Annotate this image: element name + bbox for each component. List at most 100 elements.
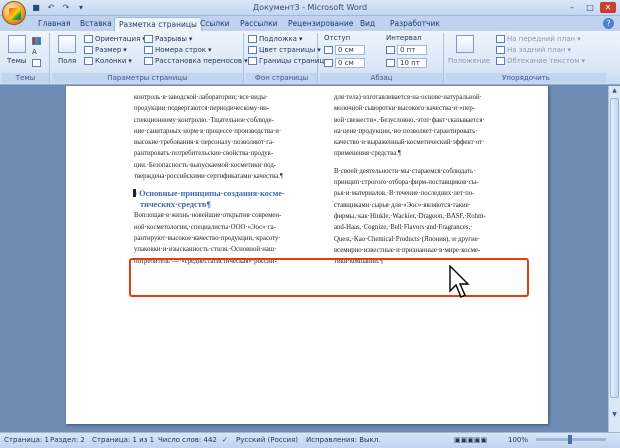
status-pages[interactable]: Страница: 1 из 1: [92, 436, 154, 444]
minimize-button[interactable]: –: [564, 2, 580, 13]
line-numbers-button[interactable]: Номера строк ▾: [144, 46, 212, 54]
position-icon[interactable]: [456, 35, 474, 53]
margins-button[interactable]: Поля: [58, 57, 76, 65]
send-to-back-button[interactable]: На задний план ▾: [496, 46, 571, 54]
tab-review[interactable]: Рецензирование: [284, 17, 357, 31]
margins-icon[interactable]: [58, 35, 76, 53]
left-line: спекционному·контролю.·Тщательное·соблюд…: [134, 116, 274, 124]
left-line: рантируют·высокое·качество·продукции,·кр…: [134, 234, 281, 242]
right-line: всемирно·известные·и·признанные·в·мире·к…: [334, 246, 481, 254]
status-page[interactable]: Страница: 1: [4, 436, 49, 444]
scroll-down-icon[interactable]: ▼: [609, 410, 620, 420]
page-borders-icon: [248, 57, 257, 65]
window-title: Документ3 - Microsoft Word: [252, 3, 368, 12]
close-button[interactable]: ✕: [600, 2, 616, 13]
page-color-icon: [248, 46, 257, 54]
status-section[interactable]: Раздел: 2: [50, 436, 85, 444]
breaks-button[interactable]: Разрывы ▾: [144, 35, 192, 43]
zoom-slider-knob[interactable]: [568, 435, 572, 444]
page-color-button[interactable]: Цвет страницы ▾: [248, 46, 321, 54]
text-wrap-button[interactable]: Обтекание текстом ▾: [496, 57, 585, 65]
theme-colors-icon[interactable]: [32, 37, 41, 45]
status-track-changes[interactable]: Исправления: Выкл.: [306, 436, 380, 444]
office-button[interactable]: [2, 1, 26, 25]
spacing-before-icon: [386, 46, 395, 54]
orientation-button[interactable]: Ориентация ▾: [84, 35, 146, 43]
columns-button[interactable]: Колонки ▾: [84, 57, 132, 65]
indent-left-field[interactable]: 0 см: [324, 45, 365, 55]
group-arrange: Положение На передний план ▾ На задний п…: [446, 33, 606, 83]
indent-right-icon: [324, 59, 333, 67]
hyphenation-button[interactable]: Расстановка переносов ▾: [144, 57, 248, 65]
orientation-icon: [84, 35, 93, 43]
right-line: принцип·строгого·отбора·фирм-поставщиков…: [334, 179, 479, 187]
status-words[interactable]: Число слов: 442: [158, 436, 217, 444]
maximize-button[interactable]: □: [582, 2, 598, 13]
left-line: высокие·требования·к·персоналу·позволяют…: [134, 139, 275, 147]
group-paragraph: Отступ 0 см 0 см Интервал 0 пт 10 пт Абз…: [320, 33, 444, 83]
tab-references[interactable]: Ссылки: [196, 17, 233, 31]
left-line: упаковки·и·изысканность·стиля.·Основной·…: [134, 246, 277, 254]
document-page[interactable]: контроль·в·заводской·лабора­тории;·все·в…: [66, 86, 548, 424]
vertical-scrollbar[interactable]: ▲ ▼: [608, 86, 620, 432]
tab-insert[interactable]: Вставка: [76, 17, 116, 31]
office-logo-icon: [9, 8, 21, 20]
section-heading-cont: тических·средств¶: [140, 200, 211, 210]
group-label-arrange: Упорядочить: [446, 73, 606, 83]
status-bar: Страница: 1 Раздел: 2 Страница: 1 из 1 Ч…: [0, 432, 620, 448]
scroll-up-icon[interactable]: ▲: [609, 86, 620, 96]
left-line: ции.·Безопасность·выпускаемой·косметики·…: [134, 161, 277, 169]
theme-effects-icon[interactable]: [32, 59, 41, 67]
indent-left-icon: [324, 46, 333, 54]
right-line: для·тела)·изготавливается·на·основе·нату…: [334, 94, 482, 101]
themes-button[interactable]: Темы: [7, 57, 26, 65]
spacing-after-icon: [386, 59, 395, 67]
tab-view[interactable]: Вид: [356, 17, 379, 31]
left-line: ной·косметологии,·специалисты·ООО·«Эос»·…: [134, 223, 276, 231]
bring-front-icon: [496, 35, 505, 43]
left-line: контроль·в·заводской·лабора­тории;·все·в…: [134, 94, 269, 101]
watermark-button[interactable]: Подложка ▾: [248, 35, 302, 43]
right-line: рья·и·материалов.·В·течение·последних·ле…: [334, 190, 475, 198]
tab-home[interactable]: Главная: [34, 17, 74, 31]
spacing-label: Интервал: [386, 34, 422, 42]
help-icon[interactable]: ?: [603, 18, 614, 29]
right-line: В·своей·деятельности·мы·стараемся·соблюд…: [334, 167, 476, 175]
size-icon: [84, 46, 93, 54]
left-line: ние·санитарных·норм·в·процессе·производс…: [134, 127, 282, 135]
themes-icon[interactable]: [8, 35, 26, 53]
left-line: продукции·подвергаются·периодическому·ин…: [134, 105, 270, 113]
breaks-icon: [144, 35, 153, 43]
bring-to-front-button[interactable]: На передний план ▾: [496, 35, 581, 43]
tab-page-layout[interactable]: Разметка страницы: [114, 17, 202, 31]
left-column[interactable]: контроль·в·заводской·лабора­тории;·все·в…: [134, 92, 300, 267]
tab-mailings[interactable]: Рассылки: [236, 17, 282, 31]
group-label-page-background: Фон страницы: [246, 73, 317, 83]
position-button[interactable]: Положение: [448, 57, 490, 65]
send-back-icon: [496, 46, 505, 54]
view-mode-icons[interactable]: ▣▣▣▣▣: [454, 436, 487, 444]
scroll-thumb[interactable]: [610, 98, 619, 398]
right-line: Quest,·Kao·Chemical·Products·(Япония),·и…: [334, 235, 481, 243]
theme-fonts-icon[interactable]: A: [32, 48, 37, 56]
page-borders-button[interactable]: Границы страниц: [248, 57, 324, 65]
right-column[interactable]: для·тела)·изготавливается·на·основе·нату…: [334, 92, 512, 267]
ribbon: Темы A Темы Поля Ориентация ▾ Размер ▾ К…: [0, 31, 620, 85]
left-line: Воплощая·в·жизнь·новейшие·открытия·совре…: [134, 212, 282, 220]
group-label-page-setup: Параметры страницы: [52, 73, 243, 83]
spacing-before-field[interactable]: 0 пт: [386, 45, 427, 55]
status-zoom[interactable]: 100%: [508, 436, 528, 444]
mouse-pointer-icon: [449, 265, 470, 298]
tab-developer[interactable]: Разработчик: [386, 17, 444, 31]
text-caret: [133, 189, 136, 197]
right-line: на·цене·продукции,·но·позволяет·гарантир…: [334, 127, 478, 135]
spacing-after-field[interactable]: 10 пт: [386, 58, 427, 68]
right-line: фирмы,·как·Hinkle,·Wackier,·Dragoon,·BAS…: [334, 212, 486, 220]
indent-right-field[interactable]: 0 см: [324, 58, 365, 68]
hyphenation-icon: [144, 57, 153, 65]
line-numbers-icon: [144, 46, 153, 54]
spelling-icon[interactable]: ✓: [222, 436, 228, 444]
size-button[interactable]: Размер ▾: [84, 46, 127, 54]
right-line: and-Haas,·Cognize,·Bell·Flavors·and·Frag…: [334, 224, 473, 232]
status-language[interactable]: Русский (Россия): [236, 436, 298, 444]
